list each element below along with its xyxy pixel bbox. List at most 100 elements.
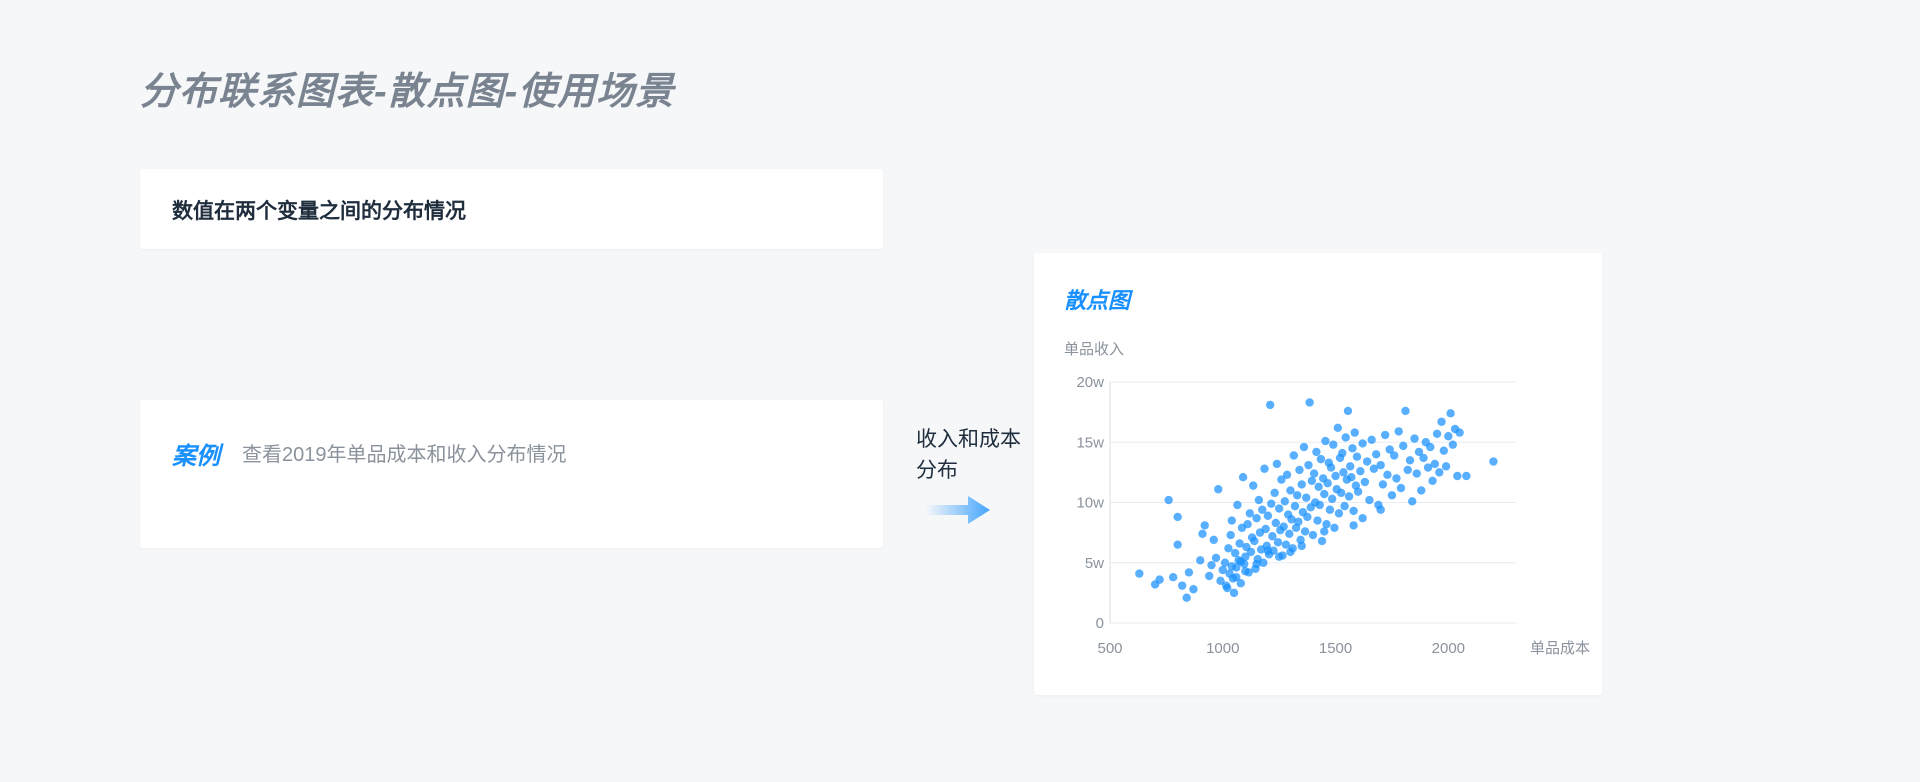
data-point	[1367, 435, 1376, 445]
y-tick-label: 10w	[1076, 495, 1104, 512]
scatter-chart: 0 5w 10w 15w 20w 500 1000 1500 2000 单品收入单品成本	[1064, 341, 1590, 657]
data-point	[1323, 479, 1332, 488]
data-point	[1330, 523, 1339, 533]
data-point	[1198, 529, 1207, 539]
data-point	[1353, 487, 1363, 496]
data-point	[1356, 466, 1365, 476]
data-point	[1410, 434, 1419, 443]
data-point	[1229, 588, 1239, 598]
data-point	[1184, 568, 1194, 577]
data-point	[1343, 406, 1353, 416]
data-point	[1280, 497, 1290, 506]
data-point	[1358, 439, 1367, 448]
case-label: 案例	[172, 443, 220, 470]
data-point	[1336, 488, 1346, 498]
data-point	[1426, 442, 1435, 452]
y-axis-label: 单品收入	[1064, 341, 1124, 358]
data-point	[1462, 471, 1471, 481]
data-point	[1286, 547, 1295, 557]
data-point	[1246, 547, 1256, 557]
data-point	[1209, 535, 1218, 545]
data-point	[1350, 428, 1359, 437]
data-point	[1396, 483, 1406, 493]
data-point	[1295, 465, 1304, 475]
data-point	[1265, 400, 1275, 410]
data-point	[1344, 492, 1354, 501]
data-point	[1271, 518, 1280, 528]
data-point	[1387, 491, 1397, 500]
data-point	[1435, 468, 1444, 477]
data-point	[1270, 488, 1279, 498]
data-point	[1339, 468, 1348, 477]
data-point	[1164, 495, 1173, 505]
data-point	[1274, 504, 1284, 513]
case-text: 查看2019年单品成本和收入分布情况	[242, 444, 567, 466]
data-point	[1489, 457, 1498, 466]
data-point	[1346, 462, 1355, 471]
data-point	[1214, 485, 1223, 494]
x-tick-label: 1000	[1206, 640, 1239, 657]
data-point	[1315, 500, 1324, 510]
data-point	[1455, 428, 1464, 437]
data-point	[1236, 557, 1246, 566]
data-point	[1274, 552, 1284, 561]
data-point	[1302, 493, 1311, 502]
data-point	[1309, 469, 1319, 478]
data-point	[1365, 495, 1374, 505]
data-point	[1312, 447, 1321, 457]
data-point	[1448, 440, 1458, 449]
data-point	[1232, 573, 1241, 582]
data-point	[1224, 544, 1233, 553]
data-point	[1325, 505, 1335, 514]
data-point	[1444, 432, 1453, 441]
data-point	[1282, 470, 1292, 479]
data-point	[1196, 556, 1205, 565]
data-point	[1326, 463, 1336, 472]
data-point	[1263, 511, 1273, 520]
data-point	[1341, 433, 1350, 442]
data-point	[1432, 429, 1442, 439]
data-point	[1241, 566, 1250, 576]
x-tick-label: 2000	[1432, 640, 1465, 657]
data-point	[1437, 417, 1446, 426]
data-point	[1380, 430, 1390, 440]
arrow-right-icon	[926, 496, 990, 524]
data-point	[1227, 562, 1236, 571]
data-point	[1439, 446, 1449, 455]
scatter-chart-card: 散点图 0 5w 10w 15w 20w 500 1000 1500 2000 单品收入 单品成本	[1034, 253, 1602, 695]
y-tick-label: 15w	[1076, 434, 1104, 451]
data-point	[1260, 464, 1269, 473]
data-point	[1254, 495, 1264, 505]
data-point	[1362, 457, 1372, 466]
data-point	[1272, 459, 1282, 469]
data-point	[1223, 583, 1232, 593]
data-point	[1399, 441, 1408, 451]
data-point	[1441, 462, 1451, 471]
case-card: 案例 查看2019年单品成本和收入分布情况	[140, 400, 883, 548]
x-tick-label: 500	[1097, 640, 1122, 657]
data-point	[1226, 530, 1235, 540]
data-point	[1322, 519, 1331, 529]
data-point	[1273, 538, 1283, 547]
data-point	[1390, 451, 1399, 460]
data-point	[1168, 573, 1178, 582]
data-point	[1338, 448, 1347, 458]
data-point	[1230, 548, 1240, 558]
data-point	[1331, 471, 1340, 481]
data-point	[1419, 453, 1428, 463]
x-tick-label: 1500	[1319, 640, 1352, 657]
data-point	[1317, 536, 1327, 546]
data-point	[1211, 553, 1221, 563]
data-point	[1243, 519, 1252, 529]
data-point	[1320, 527, 1329, 536]
description-text: 数值在两个变量之间的分布情况	[172, 200, 466, 223]
data-point	[1327, 494, 1337, 504]
data-point	[1173, 512, 1182, 522]
data-point	[1314, 482, 1323, 492]
data-point	[1227, 516, 1236, 525]
data-point	[1308, 530, 1318, 540]
data-point	[1446, 409, 1455, 418]
data-point	[1155, 575, 1164, 584]
data-point	[1378, 480, 1388, 489]
data-point	[1252, 559, 1261, 569]
